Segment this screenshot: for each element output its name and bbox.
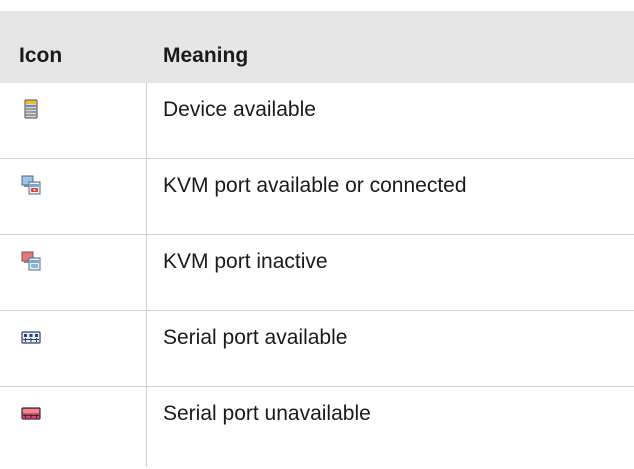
table-row: Serial port unavailable <box>0 387 634 467</box>
meaning-cell: KVM port available or connected <box>163 174 467 197</box>
table-row: Device available <box>0 83 634 159</box>
table-row: KVM port available or connected <box>0 159 634 235</box>
meaning-cell: Device available <box>163 98 316 121</box>
serial-port-unavailable-icon <box>21 407 41 420</box>
device-available-icon <box>24 99 38 119</box>
icon-legend-table: Icon Meaning Device available KVM port a… <box>0 11 634 467</box>
meaning-cell: Serial port available <box>163 326 348 349</box>
kvm-port-inactive-icon <box>21 251 41 271</box>
icon-column-header: Icon <box>19 44 63 67</box>
table-header: Icon Meaning <box>0 11 634 83</box>
meaning-cell: KVM port inactive <box>163 250 328 273</box>
meaning-cell: Serial port unavailable <box>163 402 371 425</box>
table-row: KVM port inactive <box>0 235 634 311</box>
meaning-column-header: Meaning <box>163 44 249 67</box>
serial-port-available-icon <box>21 331 41 344</box>
table-row: Serial port available <box>0 311 634 387</box>
kvm-port-available-icon <box>21 175 41 195</box>
